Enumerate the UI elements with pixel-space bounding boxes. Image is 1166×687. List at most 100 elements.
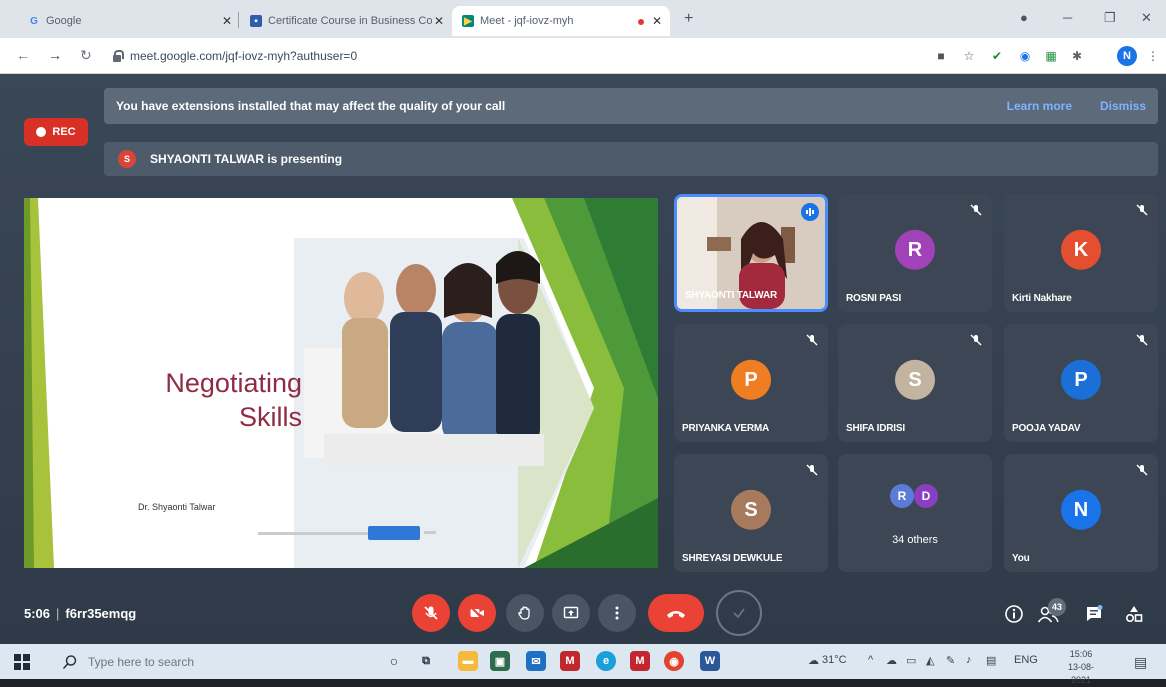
people-count-badge: 43	[1048, 598, 1066, 616]
taskbar-clock[interactable]: 15:06 13-08-2021	[1058, 648, 1104, 687]
participant-avatar: S	[895, 359, 935, 400]
dismiss-button[interactable]: Dismiss	[1100, 99, 1146, 113]
close-tab-icon[interactable]: ✕	[222, 14, 232, 28]
close-tab-icon[interactable]: ✕	[652, 14, 662, 28]
tab-title: Google	[46, 15, 82, 27]
meeting-info-button[interactable]	[1002, 602, 1026, 626]
account-circle-icon[interactable]: ●	[1020, 10, 1028, 25]
puzzle-extensions-icon[interactable]: ✱	[1070, 49, 1084, 63]
volume-icon[interactable]: ♪	[966, 654, 972, 666]
chrome-icon[interactable]: ◉	[664, 651, 684, 671]
mcafee-icon[interactable]: M	[560, 651, 580, 671]
forward-arrow-icon[interactable]: →	[48, 47, 62, 63]
tab-title: Certificate Course in Business Co	[268, 15, 433, 27]
more-options-button[interactable]	[598, 594, 636, 632]
camera-icon[interactable]: ■	[934, 49, 948, 63]
recording-badge[interactable]: REC	[24, 118, 88, 146]
onedrive-icon[interactable]: ☁	[886, 654, 897, 667]
minimize-icon[interactable]: ─	[1063, 10, 1072, 25]
display-icon[interactable]: ▤	[986, 654, 996, 667]
slide-title-line1: Negotiating	[165, 368, 302, 398]
activities-button[interactable]	[1122, 602, 1146, 626]
participant-tile-shifa-idrisi[interactable]: S SHIFA IDRISI	[838, 324, 992, 442]
language-indicator[interactable]: ENG	[1014, 654, 1038, 666]
slide-author: Dr. Shyaonti Talwar	[138, 502, 216, 512]
participant-name: SHREYASI DEWKULE	[682, 553, 783, 564]
bookmark-star-icon[interactable]: ☆	[962, 49, 976, 63]
chat-button[interactable]	[1082, 602, 1106, 626]
activities-shapes-icon	[1125, 606, 1143, 623]
weather-temperature[interactable]: 31°C	[822, 654, 847, 666]
present-screen-button[interactable]	[552, 594, 590, 632]
network-icon[interactable]: ◭	[926, 654, 934, 667]
taskbar-search-box[interactable]: Type here to search	[62, 650, 362, 674]
edge-icon[interactable]: e	[596, 651, 616, 671]
banner-text: You have extensions installed that may a…	[116, 99, 506, 113]
others-count-label: 34 others	[892, 534, 938, 546]
tab-meet[interactable]: ▶ Meet - jqf-iovz-myh ✕	[452, 6, 670, 36]
speaking-indicator-icon	[801, 203, 819, 221]
people-button[interactable]: 43	[1036, 598, 1066, 626]
url-text: meet.google.com/jqf-iovz-myh?authuser=0	[130, 49, 358, 63]
back-arrow-icon[interactable]: ←	[16, 47, 30, 63]
more-menu-icon[interactable]: ⋮	[1146, 49, 1160, 63]
maximize-icon[interactable]: ❐	[1104, 10, 1116, 26]
weather-icon: ☁	[808, 655, 819, 667]
meet-icon: ▶	[462, 15, 474, 27]
meeting-time: 5:06	[24, 606, 51, 621]
word-icon[interactable]: W	[700, 651, 720, 671]
extensions-warning-banner: You have extensions installed that may a…	[104, 88, 1158, 124]
raise-hand-button[interactable]	[506, 594, 544, 632]
others-avatar-a: R	[890, 484, 914, 508]
participant-tile-shreyasi-dewkule[interactable]: S SHREYASI DEWKULE	[674, 454, 828, 572]
participant-tile-pooja-yadav[interactable]: P POOJA YADAV	[1004, 324, 1158, 442]
participant-avatar: S	[731, 489, 771, 530]
new-tab-plus-icon[interactable]: +	[684, 10, 693, 28]
show-hidden-icons-chevron-icon[interactable]: ^	[868, 654, 873, 666]
task-view-icon[interactable]: ⧉	[416, 651, 436, 671]
tab-google[interactable]: G Google ✕	[18, 6, 240, 36]
file-explorer-icon[interactable]: ▬	[458, 651, 478, 671]
close-tab-icon[interactable]: ✕	[434, 14, 444, 28]
camera-toggle-button[interactable]	[458, 594, 496, 632]
g-extension-icon[interactable]: ◉	[1018, 49, 1032, 63]
sheets-extension-icon[interactable]: ▦	[1044, 49, 1058, 63]
mic-off-icon	[1134, 462, 1150, 478]
presenter-avatar: S	[118, 150, 136, 168]
tab-certificate-course[interactable]: ▪ Certificate Course in Business Co ✕	[240, 6, 452, 36]
participant-tile-shyaonti-talwar[interactable]: SHYAONTI TALWAR	[674, 194, 828, 312]
store-icon[interactable]: ▣	[490, 651, 510, 671]
participant-name: POOJA YADAV	[1012, 423, 1081, 434]
participant-avatar: P	[731, 359, 771, 400]
others-avatar-b: D	[914, 484, 938, 508]
participant-name: SHIFA IDRISI	[846, 423, 905, 434]
participant-tile-kirti-nakhare[interactable]: K Kirti Nakhare	[1004, 194, 1158, 312]
cortana-icon[interactable]: ○	[384, 651, 404, 671]
participant-tile-others[interactable]: R D 34 others	[838, 454, 992, 572]
pen-icon[interactable]: ✎	[946, 654, 955, 667]
slide-title-line2: Skills	[238, 402, 302, 432]
mcafee-alt-icon[interactable]: M	[630, 651, 650, 671]
close-window-icon[interactable]: ✕	[1141, 10, 1152, 26]
windows-taskbar: Type here to search ○ ⧉ ▬ ▣ ✉ M e M ◉ W …	[0, 644, 1166, 685]
participant-tile-you[interactable]: N You	[1004, 454, 1158, 572]
checkmark-extension-icon[interactable]: ✔	[990, 49, 1004, 63]
browser-tab-strip: G Google ✕ ▪ Certificate Course in Busin…	[0, 0, 1166, 38]
participant-tile-priyanka-verma[interactable]: P PRIYANKA VERMA	[674, 324, 828, 442]
learn-more-link[interactable]: Learn more	[1007, 99, 1072, 113]
mic-toggle-button[interactable]	[412, 594, 450, 632]
profile-avatar[interactable]: N	[1117, 46, 1137, 66]
reload-icon[interactable]: ↻	[80, 47, 92, 64]
windows-start-icon[interactable]	[14, 654, 30, 670]
check-status-button[interactable]	[716, 590, 762, 636]
participant-tile-rosni-pasi[interactable]: R ROSNI PASI	[838, 194, 992, 312]
info-icon	[1005, 605, 1023, 623]
battery-icon[interactable]: ▭	[906, 654, 916, 667]
mail-icon[interactable]: ✉	[526, 651, 546, 671]
notifications-icon[interactable]: ▤	[1134, 654, 1147, 671]
record-dot-icon	[36, 127, 47, 137]
url-bar[interactable]: meet.google.com/jqf-iovz-myh?authuser=0	[112, 43, 922, 69]
presenting-text: SHYAONTI TALWAR is presenting	[150, 152, 343, 166]
camera-off-icon	[470, 606, 484, 620]
leave-call-button[interactable]	[648, 594, 704, 632]
